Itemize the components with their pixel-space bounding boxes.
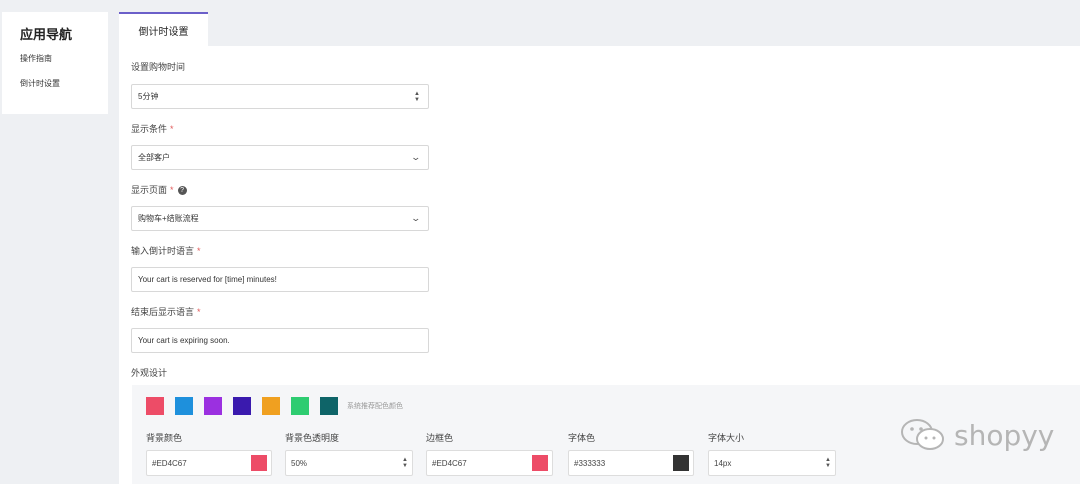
border-color-value: #ED4C67 bbox=[432, 458, 467, 468]
countdown-text-value: Your cart is reserved for [time] minutes… bbox=[138, 275, 277, 284]
wechat-icon bbox=[901, 419, 944, 450]
condition-value: 全部客户 bbox=[138, 153, 170, 162]
bg-color-value: #ED4C67 bbox=[152, 458, 187, 468]
help-icon[interactable]: ? bbox=[177, 186, 187, 196]
settings-form: 设置购物时间 5分钟 ▲ ▼ 显示条件 * 全部客户 ⌄ 显示页面 *? 购物车+结账… bbox=[119, 46, 1080, 380]
swatch-3[interactable] bbox=[204, 397, 222, 415]
chevron-down-icon: ⌄ bbox=[410, 213, 422, 223]
swatch-row: 系统推荐配色颜色 bbox=[146, 397, 403, 415]
condition-label: 显示条件 * bbox=[131, 124, 174, 134]
stepper-icon[interactable]: ▲ ▼ bbox=[414, 91, 420, 103]
sidebar: 应用导航 操作指南 倒计时设置 bbox=[2, 12, 108, 114]
appearance-label: 外观设计 bbox=[131, 368, 168, 378]
page-label: 显示页面 *? bbox=[131, 183, 1080, 197]
stepper-icon[interactable]: ▲ ▼ bbox=[825, 457, 831, 469]
duration-label: 设置购物时间 bbox=[131, 62, 186, 72]
bg-color-input[interactable]: #ED4C67 bbox=[146, 450, 272, 476]
page-select[interactable]: 购物车+结账流程 ⌄ bbox=[131, 206, 429, 231]
border-color-input[interactable]: #ED4C67 bbox=[426, 450, 553, 476]
swatch-6[interactable] bbox=[291, 397, 309, 415]
bg-opacity-stepper[interactable]: 50% ▲ ▼ bbox=[285, 450, 413, 476]
end-text-label: 结束后显示语言 * bbox=[131, 307, 201, 317]
page-value: 购物车+结账流程 bbox=[138, 214, 199, 223]
swatch-hint: 系统推荐配色颜色 bbox=[347, 403, 403, 410]
end-text-value: Your cart is expiring soon. bbox=[138, 336, 230, 345]
countdown-text-label: 输入倒计时语言 * bbox=[131, 246, 201, 256]
border-color-label: 边框色 bbox=[426, 433, 454, 443]
watermark: shopyy bbox=[900, 418, 1054, 452]
sidebar-item-countdown[interactable]: 倒计时设置 bbox=[20, 78, 108, 89]
font-color-value: #333333 bbox=[574, 458, 606, 468]
font-color-swatch[interactable] bbox=[673, 455, 689, 471]
countdown-text-input[interactable]: Your cart is reserved for [time] minutes… bbox=[131, 267, 429, 292]
bg-color-label: 背景颜色 bbox=[146, 433, 183, 443]
swatch-7[interactable] bbox=[320, 397, 338, 415]
condition-select[interactable]: 全部客户 ⌄ bbox=[131, 145, 429, 170]
swatch-4[interactable] bbox=[233, 397, 251, 415]
stepper-icon[interactable]: ▲ ▼ bbox=[402, 457, 408, 469]
swatch-1[interactable] bbox=[146, 397, 164, 415]
duration-value: 5分钟 bbox=[138, 92, 159, 101]
font-size-stepper[interactable]: 14px ▲ ▼ bbox=[708, 450, 836, 476]
font-color-input[interactable]: #333333 bbox=[568, 450, 694, 476]
sidebar-item-guide[interactable]: 操作指南 bbox=[20, 53, 108, 64]
tab-bar: 倒计时设置 bbox=[119, 12, 1080, 46]
end-text-input[interactable]: Your cart is expiring soon. bbox=[131, 328, 429, 353]
chevron-down-icon: ⌄ bbox=[410, 152, 422, 162]
border-color-swatch[interactable] bbox=[532, 455, 548, 471]
tab-countdown-settings[interactable]: 倒计时设置 bbox=[119, 12, 208, 46]
swatch-5[interactable] bbox=[262, 397, 280, 415]
bg-opacity-label: 背景色透明度 bbox=[285, 433, 340, 443]
font-size-value: 14px bbox=[714, 458, 732, 468]
sidebar-title: 应用导航 bbox=[20, 27, 73, 42]
font-size-label: 字体大小 bbox=[708, 433, 745, 443]
watermark-text: shopyy bbox=[954, 418, 1055, 452]
bg-color-swatch[interactable] bbox=[251, 455, 267, 471]
bg-opacity-value: 50% bbox=[291, 458, 308, 468]
font-color-label: 字体色 bbox=[568, 433, 596, 443]
duration-stepper[interactable]: 5分钟 ▲ ▼ bbox=[131, 84, 429, 109]
swatch-2[interactable] bbox=[175, 397, 193, 415]
